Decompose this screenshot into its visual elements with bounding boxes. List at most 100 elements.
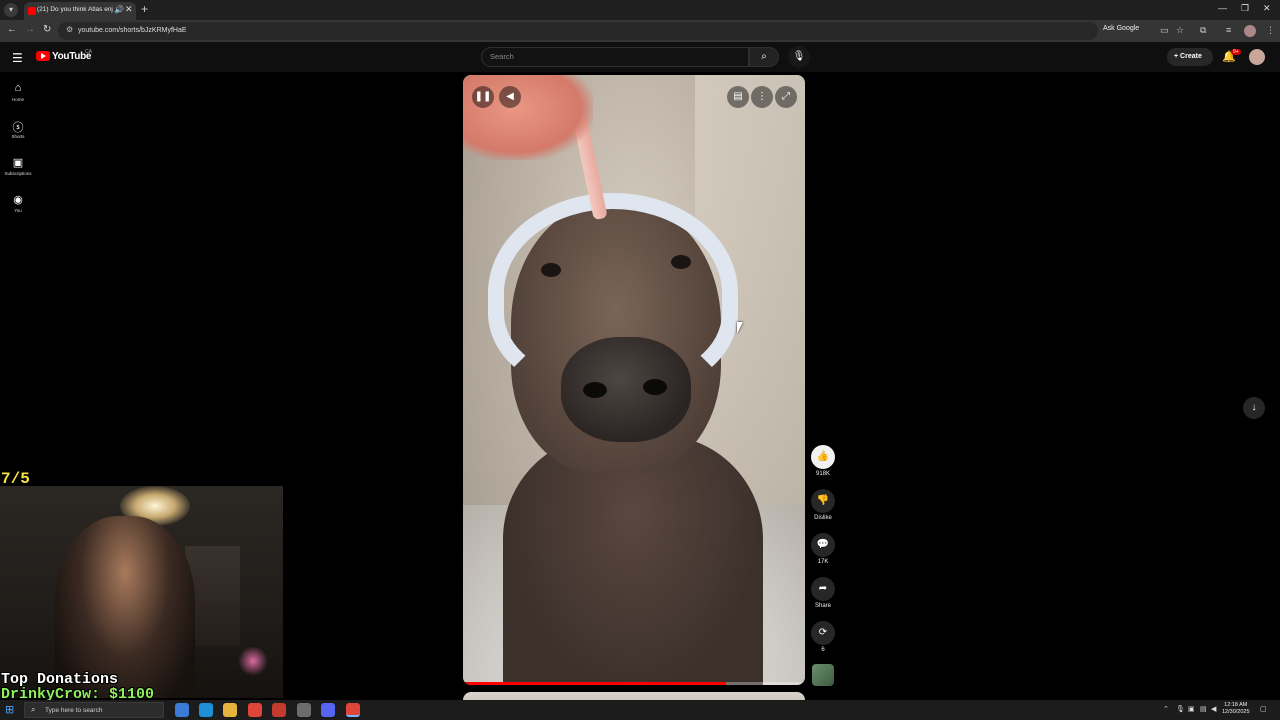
tab-title: (21) Do you think Atlas enj: [37, 6, 113, 13]
cast-icon[interactable]: ▭: [1160, 25, 1169, 36]
search-box[interactable]: [481, 47, 749, 67]
network-icon[interactable]: ▤: [1200, 705, 1207, 713]
close-tab-icon[interactable]: ✕: [125, 4, 133, 15]
subscriptions-icon: ▣: [12, 157, 24, 169]
clock-date: 12/30/2025: [1222, 709, 1250, 715]
file-explorer-icon[interactable]: [223, 703, 237, 717]
site-info-icon[interactable]: ⚙: [66, 25, 73, 34]
volume-icon[interactable]: ◀: [499, 86, 521, 108]
minimize-icon[interactable]: —: [1218, 3, 1227, 13]
windows-taskbar: ⊞ ⌕ Type here to search ⌃ 🎙 ▣ ▤ ◀ 12:18 …: [0, 700, 1280, 720]
close-window-icon[interactable]: ✕: [1263, 3, 1271, 14]
region-code: CA: [85, 49, 92, 55]
tray-app-icon[interactable]: ▣: [1188, 705, 1195, 713]
taskbar-search-placeholder: Type here to search: [45, 707, 103, 714]
like-action[interactable]: 👍 918K: [810, 445, 836, 477]
edge-app-icon[interactable]: [199, 703, 213, 717]
taskbar-search[interactable]: ⌕ Type here to search: [24, 702, 164, 718]
captions-icon[interactable]: ▤: [727, 86, 749, 108]
share-label: Share: [814, 603, 831, 609]
sidebar-item-shorts[interactable]: ⓢ Shorts: [0, 119, 36, 139]
browser-menu-icon[interactable]: ⋮: [1266, 25, 1275, 36]
comment-icon[interactable]: 💬: [811, 533, 835, 557]
volume-tray-icon[interactable]: ◀: [1211, 705, 1216, 713]
browser-profile-avatar[interactable]: [1244, 25, 1256, 37]
app-icon[interactable]: [297, 703, 311, 717]
reload-icon[interactable]: ↻: [43, 24, 51, 35]
sidebar-item-you[interactable]: ◉ You: [0, 193, 36, 213]
sidebar-item-label: You: [14, 208, 22, 213]
webcam-feed: [0, 486, 283, 698]
youtube-favicon-icon: [28, 7, 36, 15]
microphone-tray-icon[interactable]: 🎙: [1176, 705, 1185, 713]
thumbs-up-icon[interactable]: 👍: [811, 445, 835, 469]
tab-search-icon[interactable]: ▾: [4, 3, 18, 17]
search-icon[interactable]: ⌕: [749, 47, 779, 67]
app-icon[interactable]: [272, 703, 286, 717]
back-icon[interactable]: ←: [7, 24, 17, 35]
sidebar-item-label: Subscriptions: [4, 171, 32, 176]
microphone-icon[interactable]: 🎙: [788, 46, 810, 68]
share-icon[interactable]: ➦: [811, 577, 835, 601]
tray-chevron-icon[interactable]: ⌃: [1163, 705, 1169, 713]
remix-icon[interactable]: ⟳: [811, 621, 835, 645]
bookmark-star-icon[interactable]: ☆: [1176, 25, 1184, 36]
hamburger-menu-icon[interactable]: ☰: [12, 51, 23, 65]
search-icon: ⌕: [31, 705, 36, 714]
ask-google-button[interactable]: Ask Google: [1103, 25, 1139, 32]
like-count: 918K: [815, 471, 830, 477]
dislike-action[interactable]: 👎 Dislike: [810, 489, 836, 521]
browser-tab-strip: ▾ (21) Do you think Atlas enj 🔊 ✕ + — ❐ …: [0, 0, 1280, 20]
video-progress-bar[interactable]: [463, 682, 805, 685]
sidebar-item-label: Shorts: [11, 134, 25, 139]
clock-time: 12:18 AM: [1224, 702, 1248, 708]
top-donations-overlay: Top Donations DrinkyCrow: $1100: [1, 672, 154, 702]
shorts-icon: ⓢ: [12, 122, 24, 134]
sidebar-item-label: Home: [11, 97, 24, 102]
speaker-icon[interactable]: 🔊: [114, 5, 124, 14]
mouse-cursor-icon: [737, 322, 743, 334]
browser-tab[interactable]: (21) Do you think Atlas enj 🔊 ✕: [24, 2, 136, 20]
comments-action[interactable]: 💬 17K: [810, 533, 836, 565]
url-text: youtube.com/shorts/bJzKRMyfHaE: [78, 27, 187, 34]
video-headband: [488, 193, 738, 393]
fullscreen-icon[interactable]: ⤢: [775, 86, 797, 108]
discord-app-icon[interactable]: [321, 703, 335, 717]
youtube-logo-icon[interactable]: [36, 51, 50, 61]
create-button[interactable]: + Create: [1167, 48, 1213, 66]
more-options-icon[interactable]: ⋮: [751, 86, 773, 108]
thumbs-down-icon[interactable]: 👎: [811, 489, 835, 513]
home-icon: ⌂: [14, 82, 22, 94]
next-video-arrow-icon[interactable]: ↓: [1243, 397, 1265, 419]
remix-count: 6: [821, 647, 825, 653]
sidebar-item-subscriptions[interactable]: ▣ Subscriptions: [0, 156, 36, 176]
account-avatar[interactable]: [1249, 49, 1265, 65]
sound-thumbnail[interactable]: [812, 664, 834, 686]
copilot-app-icon[interactable]: [175, 703, 189, 717]
search-input[interactable]: [490, 52, 730, 61]
share-action[interactable]: ➦ Share: [810, 577, 836, 609]
windows-start-icon[interactable]: ⊞: [5, 703, 14, 716]
pause-icon[interactable]: ❚❚: [472, 86, 494, 108]
create-label: Create: [1180, 53, 1202, 60]
notification-center-icon[interactable]: ▢: [1260, 705, 1267, 713]
webcam-pink-light: [238, 646, 268, 676]
restore-icon[interactable]: ❐: [1241, 3, 1249, 14]
extensions-icon[interactable]: ⧉: [1200, 25, 1206, 36]
url-field[interactable]: ⚙ youtube.com/shorts/bJzKRMyfHaE: [58, 22, 1098, 40]
media-icon[interactable]: ≡: [1226, 25, 1231, 35]
remix-action[interactable]: ⟳ 6: [810, 621, 836, 653]
new-tab-icon[interactable]: +: [141, 2, 148, 16]
comments-count: 17K: [817, 559, 829, 565]
chrome-active-app-icon[interactable]: [346, 703, 360, 717]
dislike-label: Dislike: [814, 515, 832, 521]
sidebar-item-home[interactable]: ⌂ Home: [0, 82, 36, 102]
taskbar-clock[interactable]: 12:18 AM 12/30/2025: [1222, 702, 1250, 716]
you-icon: ◉: [13, 194, 23, 206]
shorts-video-player[interactable]: ❚❚ ◀ ▤ ⋮ ⤢: [463, 75, 805, 685]
video-progress-fill: [463, 682, 727, 685]
notification-badge: 9+: [1231, 49, 1241, 55]
address-bar-row: ← → ↻ ⚙ youtube.com/shorts/bJzKRMyfHaE A…: [0, 20, 1280, 42]
chrome-app-icon[interactable]: [248, 703, 262, 717]
forward-icon[interactable]: →: [25, 24, 35, 35]
